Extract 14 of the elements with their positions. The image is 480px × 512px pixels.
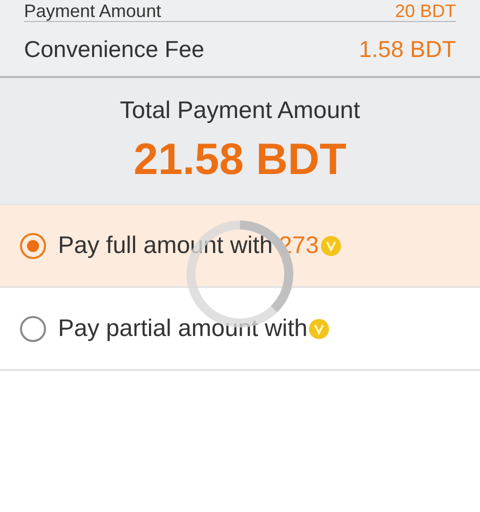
option-label: Pay partial amount with [58,314,308,342]
fee-value: 20 BDT [394,2,456,20]
coin-icon [309,318,330,338]
fee-label: Payment Amount [24,2,162,20]
payment-option[interactable]: Pay full amount with 273 [0,205,480,288]
radio-button[interactable] [20,232,46,258]
option-label: Pay full amount with [58,232,273,260]
radio-button[interactable] [20,316,46,342]
total-value: 21.58 BDT [134,135,346,185]
fee-label: Convenience Fee [24,38,204,60]
total-label: Total Payment Amount [120,97,360,125]
coin-icon [320,236,341,256]
fee-value: 1.58 BDT [358,38,456,60]
coin-amount: 273 [278,232,319,260]
